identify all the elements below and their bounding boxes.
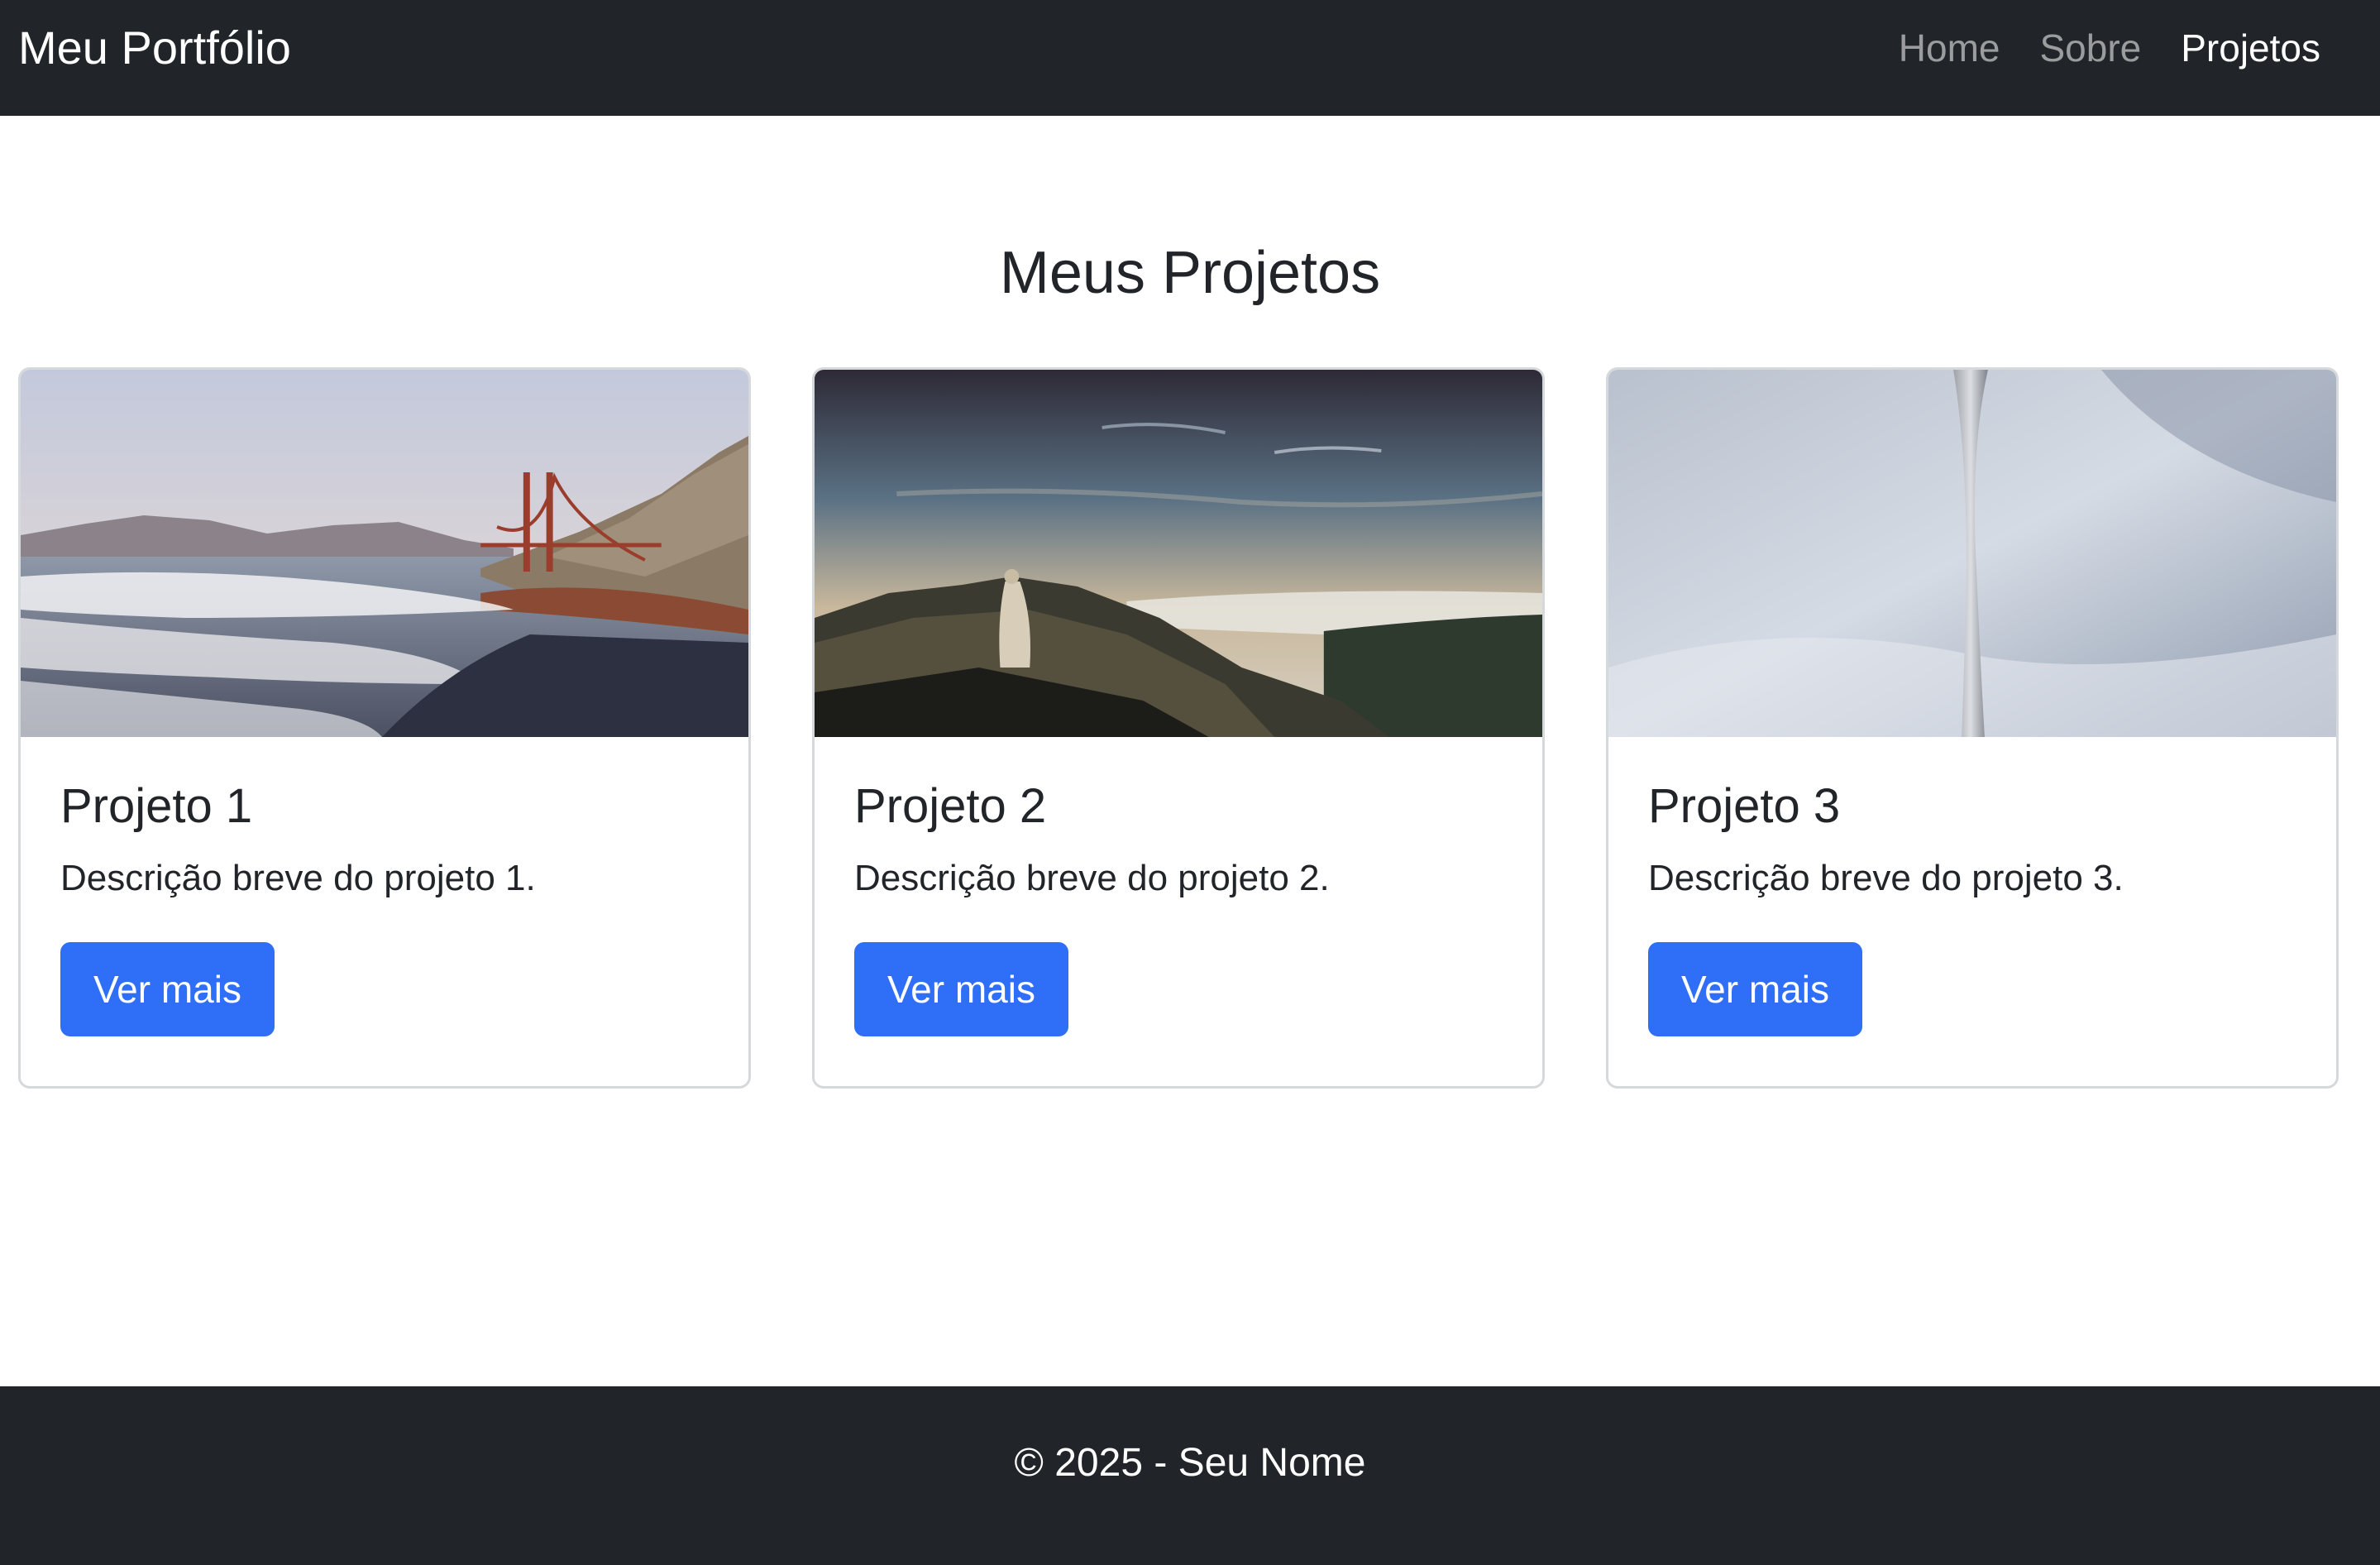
- nav-link-home[interactable]: Home: [1899, 26, 2000, 70]
- card-description: Descrição breve do projeto 3.: [1648, 858, 2124, 898]
- card-title: Projeto 1: [60, 779, 253, 833]
- ver-mais-button[interactable]: Ver mais: [60, 942, 275, 1036]
- card-title: Projeto 2: [854, 779, 1047, 833]
- tower-sky-image: [1608, 370, 2336, 737]
- card-description: Descrição breve do projeto 1.: [60, 858, 536, 898]
- mountain-clouds-image: [815, 370, 1542, 737]
- footer-copyright: © 2025 - Seu Nome: [1014, 1441, 1366, 1485]
- brand-link[interactable]: Meu Portfólio: [18, 0, 291, 96]
- project-card-3: Projeto 3 Descrição breve do projeto 3. …: [1606, 367, 2339, 1089]
- navbar: Meu Portfólio Home Sobre Projetos: [0, 0, 2380, 116]
- beach-bridge-image: [21, 370, 748, 737]
- footer: © 2025 - Seu Nome: [0, 1386, 2380, 1565]
- page-title: Meus Projetos: [999, 240, 1381, 306]
- card-body: Projeto 2 Descrição breve do projeto 2. …: [815, 737, 1542, 1036]
- card-description: Descrição breve do projeto 2.: [854, 858, 1330, 898]
- project-cards: Projeto 1 Descrição breve do projeto 1. …: [18, 367, 2340, 1089]
- nav-link-sobre[interactable]: Sobre: [2040, 26, 2142, 70]
- card-body: Projeto 3 Descrição breve do projeto 3. …: [1608, 737, 2336, 1036]
- ver-mais-button[interactable]: Ver mais: [854, 942, 1068, 1036]
- card-title: Projeto 3: [1648, 779, 1841, 833]
- nav-links: Home Sobre Projetos: [1899, 0, 2320, 96]
- project-card-2: Projeto 2 Descrição breve do projeto 2. …: [812, 367, 1545, 1089]
- nav-link-projetos[interactable]: Projetos: [2181, 26, 2320, 70]
- project-card-1: Projeto 1 Descrição breve do projeto 1. …: [18, 367, 751, 1089]
- card-body: Projeto 1 Descrição breve do projeto 1. …: [21, 737, 748, 1036]
- ver-mais-button[interactable]: Ver mais: [1648, 942, 1862, 1036]
